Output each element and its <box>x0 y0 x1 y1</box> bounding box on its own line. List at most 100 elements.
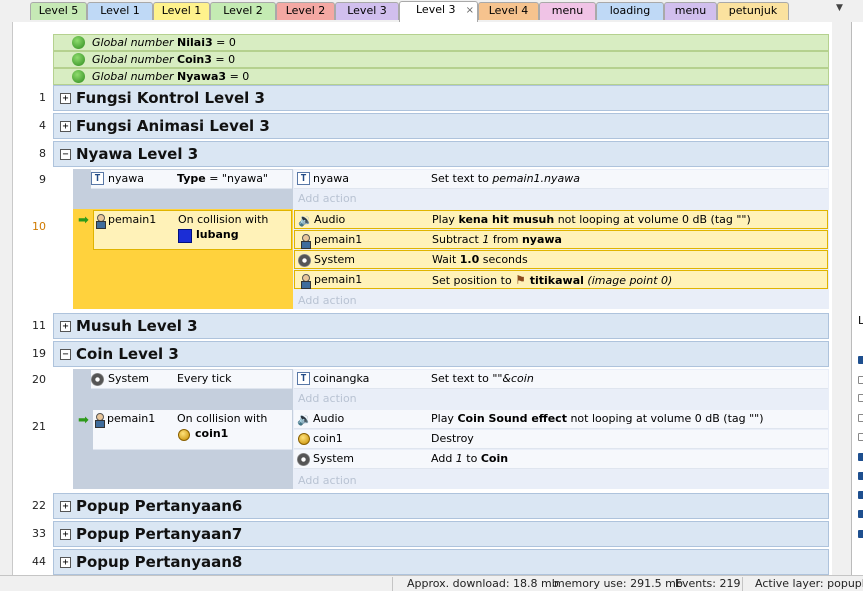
action-row[interactable]: coin1 Destroy <box>294 430 828 449</box>
action-object: Audio <box>314 213 346 226</box>
add-action-link[interactable]: Add action <box>298 294 357 307</box>
sprite-object-icon <box>95 214 106 229</box>
add-action-link[interactable]: Add action <box>298 392 357 405</box>
expand-icon[interactable]: + <box>60 321 71 332</box>
condition-row[interactable]: pemain1 On collision with coin1 <box>93 410 292 450</box>
action-row[interactable]: pemain1 Subtract 1 from nyawa <box>294 230 828 249</box>
tiled-background-icon <box>178 229 192 243</box>
tab-level-1[interactable]: Level 1 <box>87 2 153 20</box>
group-name: Popup Pertanyaan6 <box>76 497 243 515</box>
tab-level-2[interactable]: Level 2 <box>210 2 276 20</box>
tab-label: menu <box>551 4 584 17</box>
globe-icon <box>72 53 85 66</box>
condition-object: pemain1 <box>108 213 157 226</box>
action-text: Subtract 1 from nyawa <box>432 231 562 250</box>
tab-label: petunjuk <box>728 4 778 17</box>
action-expression: (image point 0) <box>583 274 673 287</box>
tab-label: Level 1 <box>100 4 140 17</box>
tab-petunjuk[interactable]: petunjuk <box>717 2 789 20</box>
action-row[interactable]: T coinangka Set text to ""&coin <box>294 370 828 389</box>
condition-text: Type = "nyawa" <box>177 170 268 189</box>
collapse-icon[interactable]: − <box>60 149 71 160</box>
action-text-mid: from <box>489 233 522 246</box>
action-object: System <box>314 253 356 266</box>
tab-menu-b[interactable]: menu <box>664 2 717 20</box>
tab-level-3-active[interactable]: Level 3 × <box>399 1 478 22</box>
tab-label: Level 2 <box>223 4 263 17</box>
status-active-layer: Active layer: popuplet <box>755 577 863 590</box>
event-group[interactable]: + Popup Pertanyaan6 <box>53 493 829 519</box>
text-object-icon: T <box>297 372 310 385</box>
expand-icon[interactable]: + <box>60 557 71 568</box>
action-expression: 1 <box>455 452 463 465</box>
action-text: Set position to ⚑ titikawal (image point… <box>432 271 672 290</box>
layer-checkbox[interactable] <box>858 433 863 441</box>
action-param: Coin <box>480 452 509 465</box>
add-action-link[interactable]: Add action <box>298 474 357 487</box>
action-param: titikawal <box>529 274 584 287</box>
event-group[interactable]: − Nyawa Level 3 <box>53 141 829 167</box>
sprite-object-icon <box>300 274 311 289</box>
layer-checkbox[interactable] <box>858 491 863 499</box>
tab-level-4[interactable]: Level 4 <box>478 2 539 20</box>
collapse-icon[interactable]: − <box>60 349 71 360</box>
global-variable[interactable]: Global number Coin3 = 0 <box>53 51 829 68</box>
condition-row[interactable]: System Every tick <box>91 370 292 389</box>
action-param: nyawa <box>521 233 562 246</box>
expand-icon[interactable]: + <box>60 529 71 540</box>
action-row[interactable]: T nyawa Set text to pemain1.nyawa <box>294 170 828 189</box>
action-row[interactable]: 🔉 Audio Play Coin Sound effect not loopi… <box>294 410 828 429</box>
expand-icon[interactable]: + <box>60 93 71 104</box>
condition-row[interactable]: pemain1 On collision with lubang <box>93 210 292 250</box>
layer-checkbox[interactable] <box>858 414 863 422</box>
event-group[interactable]: + Musuh Level 3 <box>53 313 829 339</box>
layer-checkbox[interactable] <box>858 394 863 402</box>
action-row[interactable]: System Wait 1.0 seconds <box>294 250 828 269</box>
condition-object: pemain1 <box>107 412 156 425</box>
globe-icon <box>72 36 85 49</box>
layer-checkbox[interactable] <box>858 472 863 480</box>
global-variable[interactable]: Global number Nyawa3 = 0 <box>53 68 829 85</box>
tab-level-5[interactable]: Level 5 <box>30 2 87 20</box>
event-group[interactable]: − Coin Level 3 <box>53 341 829 367</box>
tab-menu[interactable]: menu <box>539 2 596 20</box>
event-group[interactable]: + Fungsi Kontrol Level 3 <box>53 85 829 111</box>
layer-checkbox[interactable] <box>858 510 863 518</box>
left-gutter <box>0 22 12 575</box>
variable-name: Nilai3 <box>177 36 213 49</box>
expand-icon[interactable]: + <box>60 501 71 512</box>
action-row[interactable]: pemain1 Set position to ⚑ titikawal (ima… <box>294 270 828 289</box>
layer-checkbox[interactable] <box>858 530 863 538</box>
tab-label: Level 1 <box>161 4 202 17</box>
line-number: 33 <box>32 527 46 540</box>
action-expression: ""&coin <box>492 372 534 385</box>
tab-level-3[interactable]: Level 3 <box>335 2 399 20</box>
group-name: Fungsi Animasi Level 3 <box>76 117 270 135</box>
expand-icon[interactable]: + <box>60 121 71 132</box>
add-action-link[interactable]: Add action <box>298 192 357 205</box>
action-row[interactable]: 🔉 Audio Play kena hit musuh not looping … <box>294 210 828 229</box>
action-text: Play Coin Sound effect not looping at vo… <box>431 410 764 429</box>
action-text: Destroy <box>431 432 474 445</box>
close-icon[interactable]: × <box>466 3 474 19</box>
flag-icon: ⚑ <box>515 273 530 287</box>
tab-list-dropdown-icon[interactable]: ▼ <box>836 3 843 13</box>
action-row[interactable]: System Add 1 to Coin <box>294 450 828 469</box>
event-group[interactable]: + Popup Pertanyaan8 <box>53 549 829 575</box>
layer-checkbox[interactable] <box>858 453 863 461</box>
group-name: Nyawa Level 3 <box>76 145 199 163</box>
line-number: 21 <box>32 420 46 433</box>
tab-loading[interactable]: loading <box>596 2 664 20</box>
status-memory: memory use: 291.5 mb <box>554 577 683 590</box>
event-group[interactable]: + Fungsi Animasi Level 3 <box>53 113 829 139</box>
variable-value: = 0 <box>229 70 250 83</box>
layer-checkbox[interactable] <box>858 376 863 384</box>
condition-row[interactable]: T nyawa Type = "nyawa" <box>91 170 292 189</box>
layer-checkbox[interactable] <box>858 356 863 364</box>
tab-level-2-b[interactable]: Level 2 <box>276 2 335 20</box>
event-group[interactable]: + Popup Pertanyaan7 <box>53 521 829 547</box>
tab-label: Level 3 <box>416 3 456 16</box>
global-variable[interactable]: Global number Nilai3 = 0 <box>53 34 829 51</box>
tab-level-1-b[interactable]: Level 1 <box>153 2 210 20</box>
line-number: 11 <box>32 319 46 332</box>
